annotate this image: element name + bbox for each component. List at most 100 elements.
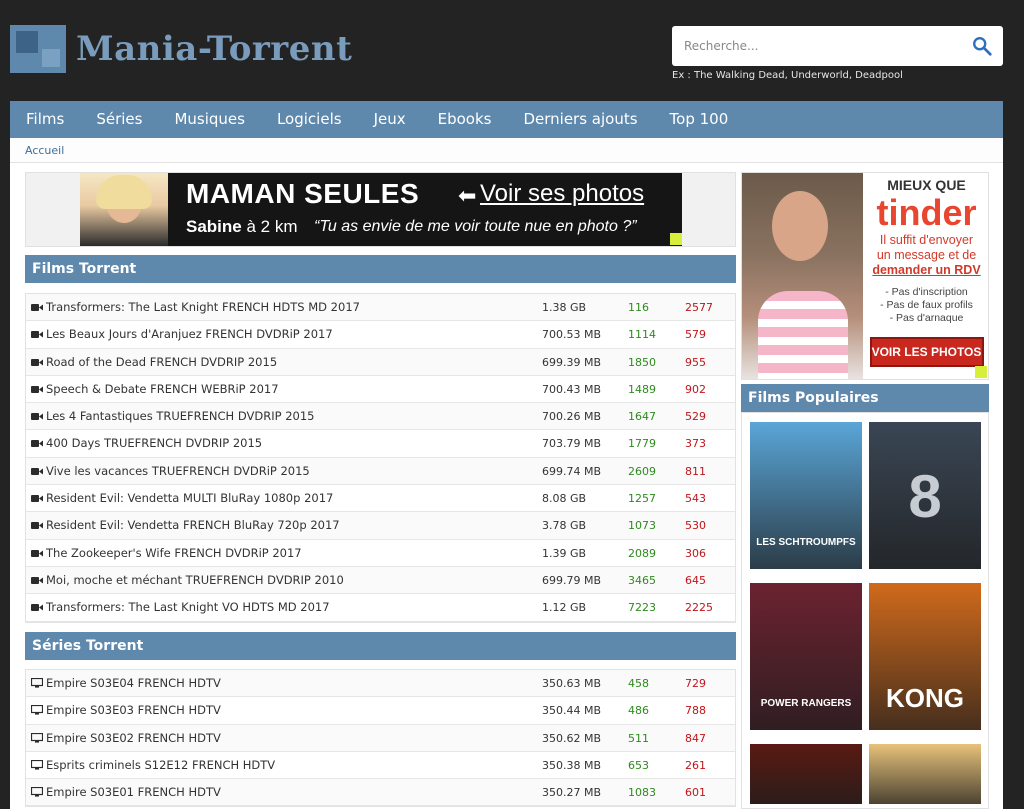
movie-poster[interactable]	[750, 744, 862, 804]
row-leechers: 530	[685, 519, 706, 533]
row-size: 700.43 MB	[542, 382, 602, 396]
table-row[interactable]: Resident Evil: Vendetta FRENCH BluRay 72…	[26, 512, 735, 540]
row-name[interactable]: Empire S03E03 FRENCH HDTV	[46, 697, 221, 724]
row-size: 1.39 GB	[542, 546, 587, 560]
row-name[interactable]: Transformers: The Last Knight VO HDTS MD…	[46, 594, 330, 621]
row-name[interactable]: Empire S03E01 FRENCH HDTV	[46, 779, 221, 806]
row-size: 350.38 MB	[542, 758, 602, 772]
table-row[interactable]: Transformers: The Last Knight VO HDTS MD…	[26, 594, 735, 622]
row-name[interactable]: 400 Days TRUEFRENCH DVDRIP 2015	[46, 430, 262, 457]
table-row[interactable]: Resident Evil: Vendetta MULTI BluRay 108…	[26, 485, 735, 513]
row-seeders: 7223	[628, 601, 656, 615]
row-name[interactable]: Transformers: The Last Knight FRENCH HDT…	[46, 294, 360, 321]
banner-title: MAMAN SEULES	[186, 178, 420, 209]
ad-choices-icon[interactable]	[975, 366, 987, 378]
row-seeders: 1083	[628, 786, 656, 800]
row-leechers: 261	[685, 758, 706, 772]
popular-films: LES SCHTROUMPFS 8 POWER RANGERS KONG	[741, 412, 989, 809]
video-camera-icon	[31, 576, 43, 584]
nav-derniers-ajouts[interactable]: Derniers ajouts	[507, 101, 653, 138]
row-name[interactable]: Resident Evil: Vendetta FRENCH BluRay 72…	[46, 512, 340, 539]
nav-films[interactable]: Films	[10, 101, 80, 138]
movie-poster[interactable]: KONG	[869, 583, 981, 730]
video-camera-icon	[31, 304, 43, 311]
table-row[interactable]: The Zookeeper's Wife FRENCH DVDRiP 2017 1…	[26, 539, 735, 567]
table-row[interactable]: Moi, moche et méchant TRUEFRENCH DVDRIP …	[26, 566, 735, 595]
movie-poster[interactable]: POWER RANGERS	[750, 583, 862, 730]
nav-musiques[interactable]: Musiques	[158, 101, 261, 138]
breadcrumb-home[interactable]: Accueil	[25, 144, 64, 157]
side-ad-brand: tinder	[876, 192, 977, 233]
table-row[interactable]: Empire S03E02 FRENCH HDTV 350.62 MB 511 847	[26, 724, 735, 752]
video-camera-icon	[31, 495, 43, 503]
table-row[interactable]: Esprits criminels S12E12 FRENCH HDTV 350.…	[26, 751, 735, 780]
nav-series[interactable]: Séries	[80, 101, 158, 138]
table-row[interactable]: 400 Days TRUEFRENCH DVDRIP 2015 703.79 MB…	[26, 430, 735, 458]
banner-cta[interactable]: Voir ses photos	[480, 180, 644, 208]
nav-top-100[interactable]: Top 100	[654, 101, 745, 138]
monitor-icon	[31, 787, 43, 797]
row-name[interactable]: Resident Evil: Vendetta MULTI BluRay 108…	[46, 485, 333, 512]
table-row[interactable]: Empire S03E03 FRENCH HDTV 350.44 MB 486 788	[26, 697, 735, 725]
row-leechers: 543	[685, 492, 706, 506]
nav-jeux[interactable]: Jeux	[358, 101, 422, 138]
table-row[interactable]: Transformers: The Last Knight FRENCH HDT…	[26, 294, 735, 322]
movie-poster[interactable]: 8	[869, 422, 981, 569]
search-icon[interactable]	[971, 35, 993, 57]
row-name[interactable]: Empire S03E04 FRENCH HDTV	[46, 670, 221, 697]
video-camera-icon	[31, 331, 43, 339]
video-camera-icon	[31, 358, 43, 366]
row-seeders: 1114	[628, 328, 656, 342]
row-name[interactable]: The Zookeeper's Wife FRENCH DVDRiP 2017	[46, 540, 302, 567]
popular-section-title: Films Populaires	[741, 384, 989, 412]
ad-choices-icon[interactable]	[670, 233, 682, 245]
search-input[interactable]	[672, 26, 962, 66]
table-row[interactable]: Empire S03E04 FRENCH HDTV 350.63 MB 458 729	[26, 670, 735, 698]
side-ad-line-2: un message et de	[876, 248, 977, 262]
poster-title: LES SCHTROUMPFS	[756, 537, 856, 548]
table-row[interactable]: Road of the Dead FRENCH DVDRIP 2015 699.3…	[26, 348, 735, 376]
side-ad-button[interactable]: VOIR LES PHOTOS	[869, 337, 984, 367]
row-name[interactable]: Les Beaux Jours d'Aranjuez FRENCH DVDRiP…	[46, 321, 333, 348]
row-name[interactable]: Road of the Dead FRENCH DVDRIP 2015	[46, 349, 277, 376]
movie-poster[interactable]	[869, 744, 981, 804]
row-seeders: 116	[628, 301, 649, 314]
row-name[interactable]: Vive les vacances TRUEFRENCH DVDRiP 2015	[46, 458, 310, 485]
site-header: Mania-Torrent Ex : The Walking Dead, Und…	[0, 0, 1024, 100]
row-size: 1.38 GB	[542, 301, 587, 314]
nav-ebooks[interactable]: Ebooks	[422, 101, 508, 138]
movie-poster[interactable]: LES SCHTROUMPFS	[750, 422, 862, 569]
row-size: 699.79 MB	[542, 573, 602, 587]
row-name[interactable]: Empire S03E02 FRENCH HDTV	[46, 725, 221, 752]
banner-ad[interactable]: MAMAN SEULES ⬅ Voir ses photos Sabine à …	[25, 172, 736, 247]
row-leechers: 645	[685, 573, 706, 587]
row-size: 3.78 GB	[542, 519, 587, 533]
video-camera-icon	[31, 413, 43, 421]
table-row[interactable]: Vive les vacances TRUEFRENCH DVDRiP 2015…	[26, 457, 735, 486]
table-row[interactable]: Speech & Debate FRENCH WEBRiP 2017 700.43…	[26, 375, 735, 404]
nav-logiciels[interactable]: Logiciels	[261, 101, 358, 138]
row-name[interactable]: Moi, moche et méchant TRUEFRENCH DVDRIP …	[46, 567, 344, 594]
row-leechers: 373	[685, 437, 706, 451]
side-ad[interactable]: MIEUX QUE tinder Il suffit d'envoyer un …	[741, 172, 989, 380]
table-row[interactable]: Empire S03E01 FRENCH HDTV 350.27 MB 1083 60…	[26, 779, 735, 807]
table-row[interactable]: Les Beaux Jours d'Aranjuez FRENCH DVDRiP…	[26, 321, 735, 349]
side-ad-bullet-1: - Pas d'inscription	[885, 286, 968, 298]
row-leechers: 601	[685, 786, 706, 800]
row-seeders: 1257	[628, 492, 656, 506]
main-nav: Films Séries Musiques Logiciels Jeux Ebo…	[10, 101, 1003, 138]
row-seeders: 1779	[628, 437, 656, 451]
site-logo[interactable]: Mania-Torrent	[10, 25, 352, 73]
table-row[interactable]: Les 4 Fantastiques TRUEFRENCH DVDRIP 201…	[26, 403, 735, 431]
row-size: 8.08 GB	[542, 492, 587, 506]
row-name[interactable]: Les 4 Fantastiques TRUEFRENCH DVDRIP 201…	[46, 403, 314, 430]
row-name[interactable]: Speech & Debate FRENCH WEBRiP 2017	[46, 376, 279, 403]
row-seeders: 2609	[628, 464, 656, 478]
poster-title: KONG	[886, 683, 964, 713]
row-name[interactable]: Esprits criminels S12E12 FRENCH HDTV	[46, 752, 275, 779]
row-size: 350.62 MB	[542, 731, 602, 745]
row-size: 699.39 MB	[542, 355, 602, 369]
side-ad-photo	[742, 173, 863, 379]
films-section-title: Films Torrent	[25, 255, 736, 283]
search-box	[672, 26, 1003, 66]
